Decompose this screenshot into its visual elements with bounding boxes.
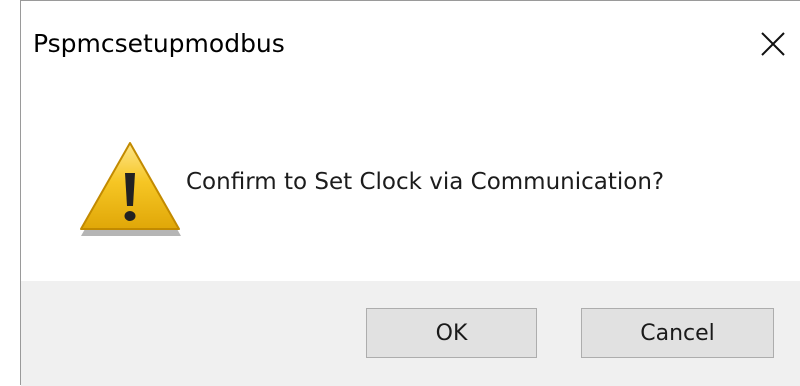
ok-button[interactable]: OK [366, 308, 537, 358]
title-bar[interactable]: Pspmcsetupmodbus [21, 1, 800, 81]
warning-icon [80, 142, 181, 236]
message-text: Confirm to Set Clock via Communication? [186, 169, 665, 195]
button-bar: OK Cancel [21, 281, 800, 386]
window-title: Pspmcsetupmodbus [33, 29, 285, 58]
close-icon [761, 32, 785, 56]
message-dialog: Pspmcsetupmodbus Confirm to Set Clock vi… [20, 0, 800, 386]
close-button[interactable] [750, 21, 796, 67]
cancel-button[interactable]: Cancel [581, 308, 774, 358]
dialog-content: Confirm to Set Clock via Communication? [21, 81, 800, 281]
